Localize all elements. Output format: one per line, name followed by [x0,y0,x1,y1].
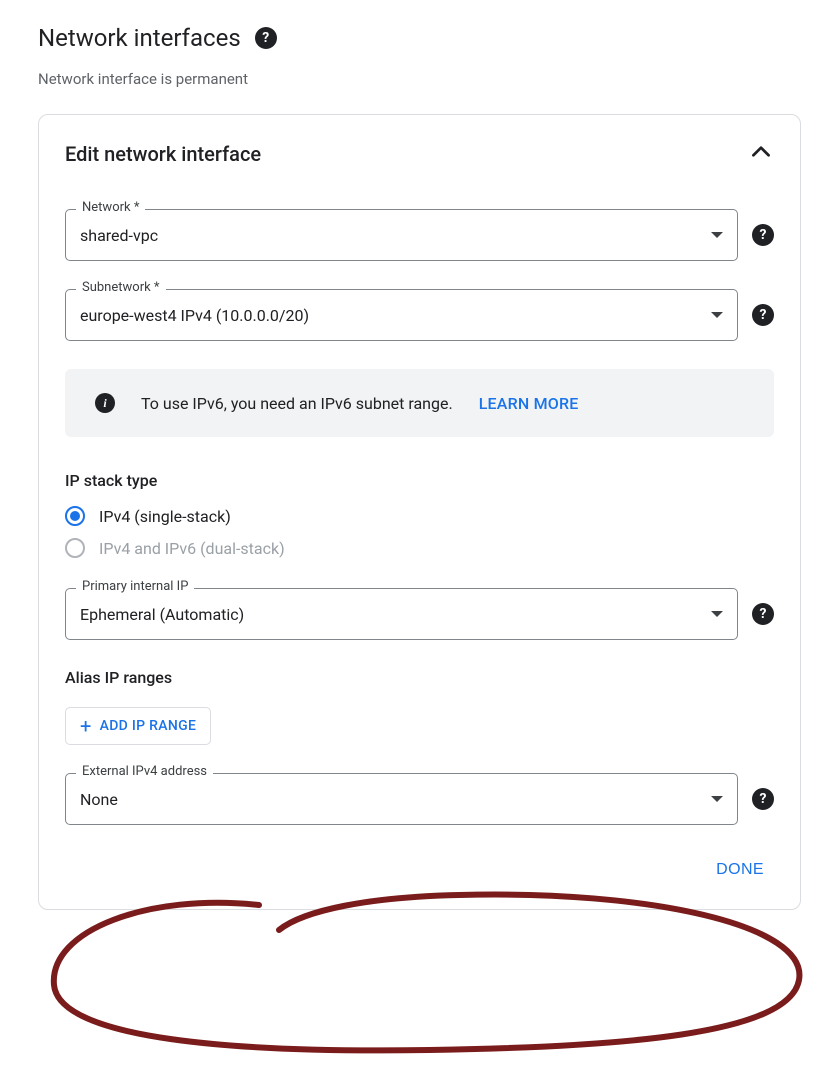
page-subtext: Network interface is permanent [38,70,801,88]
help-icon[interactable]: ? [255,27,277,49]
help-icon[interactable]: ? [752,788,774,810]
chevron-down-icon [711,611,723,617]
collapse-icon[interactable] [748,139,774,169]
radio-unchecked-icon [65,538,85,558]
info-icon: i [95,393,115,413]
subnetwork-value: europe-west4 IPv4 (10.0.0.0/20) [80,306,701,325]
network-interface-card: Edit network interface Network * shared-… [38,114,801,910]
external-ipv4-select[interactable]: External IPv4 address None [65,773,738,825]
learn-more-link[interactable]: LEARN MORE [479,394,579,413]
card-title: Edit network interface [65,142,261,166]
annotation-circle-icon [29,875,819,1075]
add-ip-range-button[interactable]: + ADD IP RANGE [65,707,211,745]
ip-stack-title: IP stack type [65,471,774,490]
external-ipv4-label: External IPv4 address [76,764,213,779]
ipv6-info-banner: i To use IPv6, you need an IPv6 subnet r… [65,369,774,437]
add-ip-range-label: ADD IP RANGE [100,718,197,734]
alias-ip-title: Alias IP ranges [65,668,774,687]
network-select[interactable]: Network * shared-vpc [65,209,738,261]
page-title: Network interfaces [38,24,241,52]
subnetwork-select[interactable]: Subnetwork * europe-west4 IPv4 (10.0.0.0… [65,289,738,341]
network-label: Network * [76,200,145,215]
help-icon[interactable]: ? [752,224,774,246]
chevron-down-icon [711,796,723,802]
help-icon[interactable]: ? [752,304,774,326]
help-icon[interactable]: ? [752,603,774,625]
radio-checked-icon [65,506,85,526]
ip-stack-option-ipv4[interactable]: IPv4 (single-stack) [65,506,774,526]
radio-label: IPv4 (single-stack) [99,507,231,526]
ip-stack-option-dual: IPv4 and IPv6 (dual-stack) [65,538,774,558]
primary-internal-ip-label: Primary internal IP [76,579,194,594]
external-ipv4-value: None [80,790,701,809]
primary-internal-ip-value: Ephemeral (Automatic) [80,605,701,624]
radio-label: IPv4 and IPv6 (dual-stack) [99,539,285,558]
chevron-down-icon [711,232,723,238]
primary-internal-ip-select[interactable]: Primary internal IP Ephemeral (Automatic… [65,588,738,640]
info-text: To use IPv6, you need an IPv6 subnet ran… [141,394,453,413]
chevron-down-icon [711,312,723,318]
network-value: shared-vpc [80,226,701,245]
done-button[interactable]: DONE [706,855,774,885]
subnetwork-label: Subnetwork * [76,280,166,295]
plus-icon: + [80,716,92,736]
